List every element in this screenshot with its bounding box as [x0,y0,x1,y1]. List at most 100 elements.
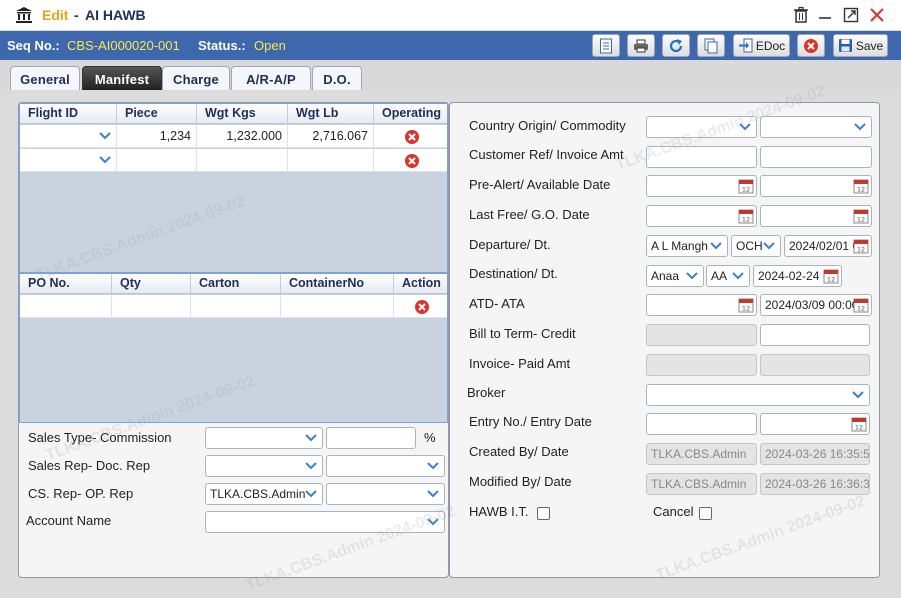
trash-icon[interactable] [792,6,810,24]
paid-amt-readonly [760,354,870,376]
copy-icon [704,38,718,53]
col-piece[interactable]: Piece [117,104,197,124]
tab-ar-ap[interactable]: A/R-A/P [231,66,311,91]
title-separator: - [74,7,79,23]
calendar-icon[interactable]: 12 [853,238,869,254]
created-by-label: Created By/ Date [469,444,569,459]
copy-button[interactable] [697,34,725,57]
hawb-it-checkbox[interactable] [537,507,550,520]
available-date-input[interactable]: 12 [760,175,872,197]
destination-code-select[interactable]: AA [706,265,750,287]
flight-grid-header: Flight ID Piece Wgt Kgs Wgt Lb Operating [20,104,447,124]
wgt-kgs-cell[interactable] [197,149,288,172]
calendar-icon[interactable]: 12 [738,208,754,224]
col-po-no[interactable]: PO No. [20,274,112,294]
piece-cell[interactable] [117,149,197,172]
doc-rep-select[interactable] [326,455,445,477]
po-no-cell[interactable] [20,295,112,318]
last-free-date-input[interactable]: 12 [646,205,757,227]
account-name-select[interactable] [205,511,445,533]
col-qty[interactable]: Qty [112,274,191,294]
sales-type-select[interactable] [205,427,323,449]
created-by-field: TLKA.CBS.Admin [646,443,757,465]
entry-no-input[interactable] [646,413,757,435]
col-action[interactable]: Action [394,274,447,294]
sales-rep-select[interactable] [205,455,323,477]
edoc-button[interactable]: EDoc [733,34,790,57]
close-icon[interactable] [868,6,886,24]
tab-general[interactable]: General [10,66,80,91]
tab-charge[interactable]: Charge [162,66,230,91]
hawb-it-label: HAWB I.T. [469,504,529,519]
col-flight-id[interactable]: Flight ID [20,104,117,124]
carton-cell[interactable] [191,295,281,318]
calendar-icon[interactable]: 12 [853,178,869,194]
wgt-lb-cell[interactable]: 2,716.067 [288,125,374,148]
delete-row-icon[interactable] [404,129,420,145]
piece-cell[interactable]: 1,234 [117,125,197,148]
bill-to-term-input [646,324,757,346]
commission-input[interactable] [326,427,416,449]
flight-id-select[interactable] [20,125,117,148]
container-no-cell[interactable] [281,295,394,318]
invoice-amt-input[interactable] [760,146,872,168]
calendar-icon[interactable]: 12 [853,297,869,313]
cancel-checkbox[interactable] [699,507,712,520]
qty-cell[interactable] [112,295,191,318]
svg-text:12: 12 [742,186,750,194]
refresh-button[interactable] [662,34,690,57]
op-rep-select[interactable] [326,483,445,505]
calendar-icon[interactable]: 12 [738,297,754,313]
delete-row-icon[interactable] [414,299,430,315]
delete-row-icon[interactable] [404,153,420,169]
wgt-lb-cell[interactable] [288,149,374,172]
departure-port-value: A L Mangh [651,239,708,253]
col-container-no[interactable]: ContainerNo [281,274,394,294]
calendar-icon[interactable]: 12 [738,178,754,194]
flight-id-select[interactable] [20,149,117,172]
chevron-down-icon[interactable] [96,152,114,168]
destination-date-input[interactable]: 2024-02-24 12 [753,265,842,287]
svg-text:12: 12 [742,305,750,313]
pre-alert-date-input[interactable]: 12 [646,175,757,197]
credit-input[interactable] [760,324,870,346]
col-carton[interactable]: Carton [191,274,281,294]
go-date-input[interactable]: 12 [760,205,872,227]
customer-ref-input[interactable] [646,146,757,168]
departure-date-input[interactable]: 2024/02/01 00: 12 [784,235,872,257]
country-origin-select[interactable] [646,116,757,138]
calendar-icon[interactable]: 12 [823,268,839,284]
cs-rep-select[interactable]: TLKA.CBS.Admin [205,483,323,505]
tab-manifest[interactable]: Manifest [82,66,162,91]
document-button[interactable] [592,34,620,57]
tab-do[interactable]: D.O. [312,66,362,91]
chevron-down-icon[interactable] [96,128,114,144]
entry-date-input[interactable]: 12 [760,413,870,435]
chevron-down-icon [763,242,775,250]
chevron-down-icon [710,242,722,250]
calendar-icon[interactable]: 12 [851,416,867,432]
broker-select[interactable] [646,384,870,406]
cs-rep-label: CS. Rep- OP. Rep [28,486,134,501]
print-button[interactable] [627,34,655,57]
cancel-record-button[interactable] [797,34,825,57]
destination-port-value: Anaa [651,269,680,283]
col-wgt-lb[interactable]: Wgt Lb [288,104,374,124]
save-button[interactable]: Save [833,34,888,57]
action-cell [394,295,447,318]
ata-date-input[interactable]: 2024/03/09 00:00 12 [760,294,872,316]
calendar-icon[interactable]: 12 [853,208,869,224]
minimize-icon[interactable] [816,6,834,24]
destination-port-select[interactable]: Anaa [646,265,704,287]
departure-code-select[interactable]: OCH [731,235,781,257]
window-mode: Edit [42,7,69,23]
col-operating[interactable]: Operating [374,104,447,124]
maximize-icon[interactable] [842,6,860,24]
departure-port-select[interactable]: A L Mangh [646,235,728,257]
col-wgt-kgs[interactable]: Wgt Kgs [197,104,288,124]
commodity-select[interactable] [760,116,872,138]
departure-code-value: OCH [736,239,763,253]
wgt-kgs-cell[interactable]: 1,232.000 [197,125,288,148]
svg-text:12: 12 [857,305,865,313]
atd-date-input[interactable]: 12 [646,294,757,316]
